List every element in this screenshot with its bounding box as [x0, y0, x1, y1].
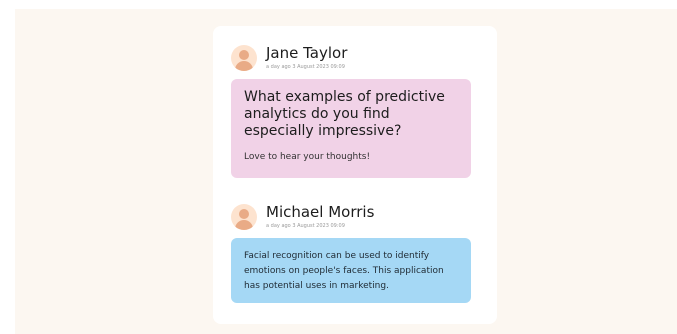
- post-timestamp: a day ago 3 August 2023 09:09: [266, 64, 345, 70]
- question-note: Love to hear your thoughts!: [244, 152, 371, 162]
- post-michael-morris: Michael Morris a day ago 3 August 2023 0…: [231, 203, 471, 303]
- author-name[interactable]: Michael Morris: [266, 203, 374, 221]
- post-timestamp: a day ago 3 August 2023 09:09: [266, 223, 345, 229]
- post-header: Jane Taylor a day ago 3 August 2023 09:0…: [231, 44, 471, 75]
- message-bubble-question: What examples of predictive analytics do…: [231, 79, 471, 178]
- avatar-body-shape: [235, 220, 253, 230]
- avatar-head-shape: [239, 50, 249, 60]
- user-avatar-icon[interactable]: [231, 204, 257, 230]
- user-avatar-icon[interactable]: [231, 45, 257, 71]
- author-name[interactable]: Jane Taylor: [266, 44, 347, 62]
- conversation-card: Jane Taylor a day ago 3 August 2023 09:0…: [213, 26, 497, 324]
- avatar-head-shape: [239, 209, 249, 219]
- avatar-body-shape: [235, 61, 253, 71]
- reply-text: Facial recognition can be used to identi…: [244, 251, 444, 291]
- post-header: Michael Morris a day ago 3 August 2023 0…: [231, 203, 471, 234]
- post-jane-taylor: Jane Taylor a day ago 3 August 2023 09:0…: [231, 44, 471, 178]
- question-text: What examples of predictive analytics do…: [244, 89, 445, 139]
- message-bubble-reply: Facial recognition can be used to identi…: [231, 238, 471, 303]
